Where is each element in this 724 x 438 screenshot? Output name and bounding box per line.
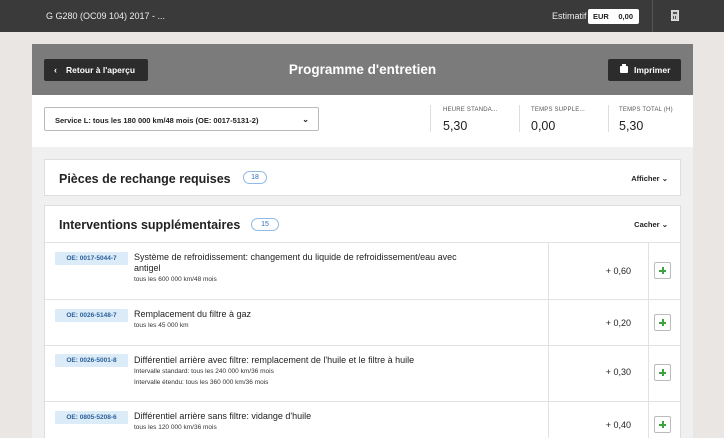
extra-time: + 0,40 <box>605 420 631 430</box>
extra-time-value: 0,00 <box>531 119 556 133</box>
extra-time: + 0,20 <box>605 318 631 328</box>
topbar-divider <box>652 0 653 32</box>
parts-toggle-label: Afficher <box>631 174 660 183</box>
intervention-interval: tous les 120 000 km/36 mois <box>134 424 217 431</box>
parts-count-badge: 18 <box>243 171 267 184</box>
parts-panel-title: Pièces de rechange requises <box>59 172 231 186</box>
add-intervention-button[interactable] <box>654 364 671 381</box>
column-divider <box>648 346 649 402</box>
oe-code-badge: OE: 0805-5208-6 <box>55 411 128 424</box>
extra-time: + 0,60 <box>605 266 631 276</box>
interventions-panel-title: Interventions supplémentaires <box>59 218 241 232</box>
intervention-description: Système de refroidissement: changement d… <box>134 252 457 273</box>
intervention-interval: tous les 45 000 km <box>134 322 189 329</box>
printer-icon <box>620 64 628 73</box>
intervention-description: Différentiel arrière avec filtre: rempla… <box>134 355 415 365</box>
parts-show-toggle[interactable]: Afficher ⌄ <box>631 174 668 183</box>
add-intervention-button[interactable] <box>654 262 671 279</box>
column-divider <box>648 243 649 300</box>
service-select[interactable]: Service L: tous les 180 000 km/48 mois (… <box>44 107 319 131</box>
currency-code: EUR <box>593 12 609 21</box>
interventions-panel: Interventions supplémentaires 15 Cacher … <box>44 205 681 438</box>
add-intervention-button[interactable] <box>654 416 671 433</box>
oe-code-badge: OE: 0017-5044-7 <box>55 252 128 265</box>
standard-hours-label: HEURE STANDA... <box>443 107 498 113</box>
page-title: Programme d'entretien <box>288 62 437 77</box>
intervention-description: Remplacement du filtre à gaz <box>134 309 252 319</box>
chevron-down-icon: ⌄ <box>661 174 668 183</box>
table-row: OE: 0026-5001-8 Différentiel arrière ave… <box>45 345 680 402</box>
top-bar: G G280 (OC09 104) 2017 - ... Estimatif E… <box>0 0 724 32</box>
vehicle-title[interactable]: G G280 (OC09 104) 2017 - ... <box>46 11 165 21</box>
service-select-value: Service L: tous les 180 000 km/48 mois (… <box>55 116 259 125</box>
extra-time-label: TEMPS SUPPLE... <box>531 107 586 113</box>
interventions-toggle-label: Cacher <box>634 220 660 229</box>
standard-hours-value: 5,30 <box>443 119 468 133</box>
intervention-interval-extended: Intervalle étendu: tous les 360 000 km/3… <box>134 379 269 386</box>
interventions-count-badge: 15 <box>251 218 279 231</box>
print-button-label: Imprimer <box>634 65 671 75</box>
intervention-interval: tous les 600 000 km/48 mois <box>134 276 217 283</box>
stat-divider <box>519 105 520 132</box>
interventions-hide-toggle[interactable]: Cacher ⌄ <box>634 220 668 229</box>
page-header: ‹ Retour à l'aperçu Programme d'entretie… <box>32 44 693 95</box>
intervention-description: Différentiel arrière sans filtre: vidang… <box>134 411 312 421</box>
estimate-label: Estimatif <box>552 11 587 21</box>
table-row: OE: 0805-5208-6 Différentiel arrière san… <box>45 401 680 438</box>
extra-time: + 0,30 <box>605 367 631 377</box>
total-time-label: TEMPS TOTAL (H) <box>619 107 673 113</box>
column-divider <box>648 402 649 438</box>
intervention-interval-standard: Intervalle standard: tous les 240 000 km… <box>134 368 274 375</box>
oe-code-badge: OE: 0026-5001-8 <box>55 354 128 367</box>
parts-panel: Pièces de rechange requises 18 Afficher … <box>44 159 681 196</box>
chevron-down-icon: ⌄ <box>302 115 309 124</box>
chevron-down-icon: ⌄ <box>661 220 668 229</box>
total-time-value: 5,30 <box>619 119 644 133</box>
estimate-amount: 0,00 <box>618 12 633 21</box>
stat-divider <box>608 105 609 132</box>
column-divider <box>648 300 649 346</box>
stat-divider <box>430 105 431 132</box>
main-content: Service L: tous les 180 000 km/48 mois (… <box>32 95 693 438</box>
estimate-total[interactable]: EUR 0,00 <box>588 9 639 24</box>
print-button[interactable]: Imprimer <box>608 59 681 81</box>
table-row: OE: 0026-5148-7 Remplacement du filtre à… <box>45 299 680 346</box>
table-row: OE: 0017-5044-7 Système de refroidisseme… <box>45 242 680 300</box>
oe-code-badge: OE: 0026-5148-7 <box>55 309 128 322</box>
panels-area: Pièces de rechange requises 18 Afficher … <box>32 147 693 438</box>
calculator-icon[interactable] <box>671 10 679 21</box>
add-intervention-button[interactable] <box>654 314 671 331</box>
